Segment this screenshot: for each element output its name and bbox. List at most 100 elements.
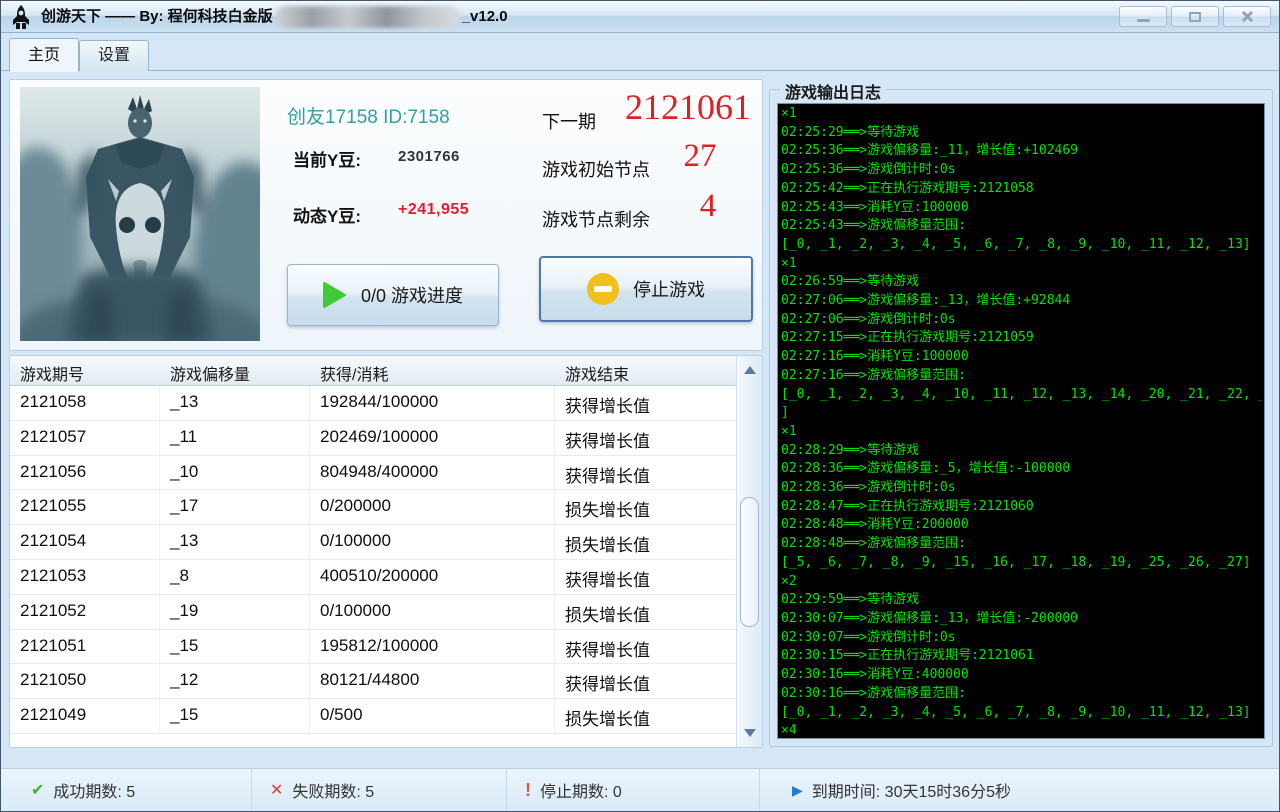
- table-cell: 2121052: [10, 595, 160, 629]
- stop-game-button[interactable]: 停止游戏: [539, 256, 753, 322]
- table-cell: 0/200000: [310, 490, 555, 524]
- log-line: 02:28:48══>消耗Y豆:200000: [781, 516, 1261, 535]
- log-output[interactable]: ×102:25:29══>等待游戏02:25:36══>游戏偏移量:_11，增长…: [777, 103, 1265, 739]
- initial-node-label: 游戏初始节点: [542, 156, 650, 182]
- log-line: 02:26:59══>等待游戏: [781, 273, 1261, 292]
- log-line: ×1: [781, 105, 1261, 124]
- tab-bar: 主页 设置: [1, 34, 1279, 71]
- log-line: 02:27:15══>正在执行游戏期号:2121059: [781, 329, 1261, 348]
- table-row[interactable]: 2121053_8400510/200000获得增长值: [10, 560, 736, 595]
- table-cell: 获得增长值: [555, 386, 736, 420]
- log-line: 02:30:16══>游戏偏移量范围:: [781, 685, 1261, 704]
- play-icon: [323, 281, 347, 309]
- table-row[interactable]: 2121050_1280121/44800获得增长值: [10, 664, 736, 699]
- minimize-icon: [1137, 19, 1150, 22]
- log-title: 游戏输出日志: [780, 79, 886, 103]
- table-cell: _11: [160, 421, 310, 455]
- table-cell: 80121/44800: [310, 664, 555, 698]
- table-body: 2121058_13192844/100000获得增长值2121057_1120…: [10, 386, 736, 747]
- table-row[interactable]: 2121049_150/500损失增长值: [10, 699, 736, 734]
- table-cell: 损失增长值: [555, 595, 736, 629]
- minimize-button[interactable]: [1119, 6, 1167, 27]
- table-cell: 192844/100000: [310, 386, 555, 420]
- game-results-table: 游戏期号 游戏偏移量 获得/消耗 游戏结束 2121058_13192844/1…: [9, 355, 763, 748]
- table-row[interactable]: 2121052_190/100000损失增长值: [10, 595, 736, 630]
- table-cell: _15: [160, 699, 310, 733]
- table-cell: 2121058: [10, 386, 160, 420]
- stop-game-label: 停止游戏: [633, 276, 705, 302]
- game-progress-button[interactable]: 0/0 游戏进度: [287, 264, 499, 326]
- table-cell: 0/500: [310, 699, 555, 733]
- log-line: 02:30:07══>游戏偏移量:_13，增长值:-200000: [781, 610, 1261, 629]
- table-cell: 2121056: [10, 456, 160, 490]
- table-cell: 2121057: [10, 421, 160, 455]
- log-line: 02:27:16══>游戏偏移量范围:: [781, 367, 1261, 386]
- table-cell: 损失增长值: [555, 490, 736, 524]
- tab-home[interactable]: 主页: [9, 38, 79, 72]
- user-id-line: 创友17158 ID:7158: [287, 102, 450, 129]
- table-row[interactable]: 2121056_10804948/400000获得增长值: [10, 456, 736, 491]
- column-header-offset[interactable]: 游戏偏移量: [160, 356, 310, 385]
- scroll-down-arrow-icon[interactable]: [737, 723, 763, 743]
- status-fail-label: 失败期数: 5: [292, 778, 374, 802]
- log-line: ]: [781, 404, 1261, 423]
- log-line: 02:30:07══>游戏倒计时:0s: [781, 629, 1261, 648]
- maximize-button[interactable]: [1171, 6, 1219, 27]
- column-header-result[interactable]: 游戏结束: [555, 356, 736, 385]
- tab-settings[interactable]: 设置: [79, 40, 149, 71]
- status-success-label: 成功期数: 5: [53, 778, 135, 802]
- hero-image: [20, 87, 260, 341]
- play-triangle-icon: ▶: [792, 782, 803, 799]
- table-cell: 202469/100000: [310, 421, 555, 455]
- scroll-up-arrow-icon[interactable]: [737, 360, 763, 380]
- warning-icon: !: [525, 780, 531, 801]
- table-row[interactable]: 2121057_11202469/100000获得增长值: [10, 421, 736, 456]
- table-cell: 2121055: [10, 490, 160, 524]
- app-rocket-icon: [9, 4, 33, 30]
- info-panel: 创友17158 ID:7158 当前Y豆: 2301766 动态Y豆: +241…: [9, 79, 763, 351]
- table-scrollbar[interactable]: [736, 356, 762, 747]
- table-cell: _13: [160, 386, 310, 420]
- log-line: 02:28:48══>游戏偏移量范围:: [781, 535, 1261, 554]
- log-line: 02:25:42══>正在执行游戏期号:2121058: [781, 180, 1261, 199]
- log-line: 02:27:16══>消耗Y豆:100000: [781, 348, 1261, 367]
- log-line: 02:27:06══>游戏倒计时:0s: [781, 311, 1261, 330]
- log-line: 02:28:29══>等待游戏: [781, 442, 1261, 461]
- log-line: ×2: [781, 573, 1261, 592]
- log-line: 02:25:29══>等待游戏: [781, 124, 1261, 143]
- status-success-count: ✔ 成功期数: 5: [1, 769, 251, 811]
- table-cell: 0/100000: [310, 525, 555, 559]
- table-row[interactable]: 2121054_130/100000损失增长值: [10, 525, 736, 560]
- remaining-node-label: 游戏节点剩余: [542, 206, 650, 232]
- table-row[interactable]: 2121058_13192844/100000获得增长值: [10, 386, 736, 421]
- log-line: 02:30:16══>消耗Y豆:400000: [781, 666, 1261, 685]
- column-header-gain-cost[interactable]: 获得/消耗: [310, 356, 555, 385]
- table-row[interactable]: 2121055_170/200000损失增长值: [10, 490, 736, 525]
- table-cell: _17: [160, 490, 310, 524]
- status-expiry-label: 到期时间: 30天15时36分5秒: [812, 778, 1011, 802]
- log-line: 02:28:36══>游戏倒计时:0s: [781, 479, 1261, 498]
- table-header-row: 游戏期号 游戏偏移量 获得/消耗 游戏结束: [10, 356, 736, 386]
- table-cell: 195812/100000: [310, 630, 555, 664]
- maximize-icon: [1189, 12, 1201, 22]
- table-cell: 损失增长值: [555, 525, 736, 559]
- scrollbar-thumb[interactable]: [740, 497, 759, 627]
- table-cell: 获得增长值: [555, 560, 736, 594]
- close-button[interactable]: [1223, 6, 1271, 27]
- log-line: 02:25:36══>游戏偏移量:_11，增长值:+102469: [781, 142, 1261, 161]
- stop-icon: [587, 273, 619, 305]
- table-cell: _8: [160, 560, 310, 594]
- game-progress-label: 0/0 游戏进度: [361, 282, 463, 308]
- current-bean-value: 2301766: [398, 148, 460, 165]
- window-title: 创游天下 —— By: 程何科技白金版_v12.0: [41, 5, 508, 28]
- log-line: 02:25:43══>游戏偏移量范围:: [781, 217, 1261, 236]
- table-cell: 804948/400000: [310, 456, 555, 490]
- log-line: [_0, _1, _2, _3, _4, _5, _6, _7, _8, _9,…: [781, 704, 1261, 723]
- column-header-issue[interactable]: 游戏期号: [10, 356, 160, 385]
- current-bean-label: 当前Y豆:: [293, 146, 361, 171]
- log-line: ×1: [781, 255, 1261, 274]
- log-line: 02:25:43══>消耗Y豆:100000: [781, 199, 1261, 218]
- cross-icon: ✕: [270, 780, 283, 800]
- table-row[interactable]: 2121051_15195812/100000获得增长值: [10, 630, 736, 665]
- table-cell: 损失增长值: [555, 699, 736, 733]
